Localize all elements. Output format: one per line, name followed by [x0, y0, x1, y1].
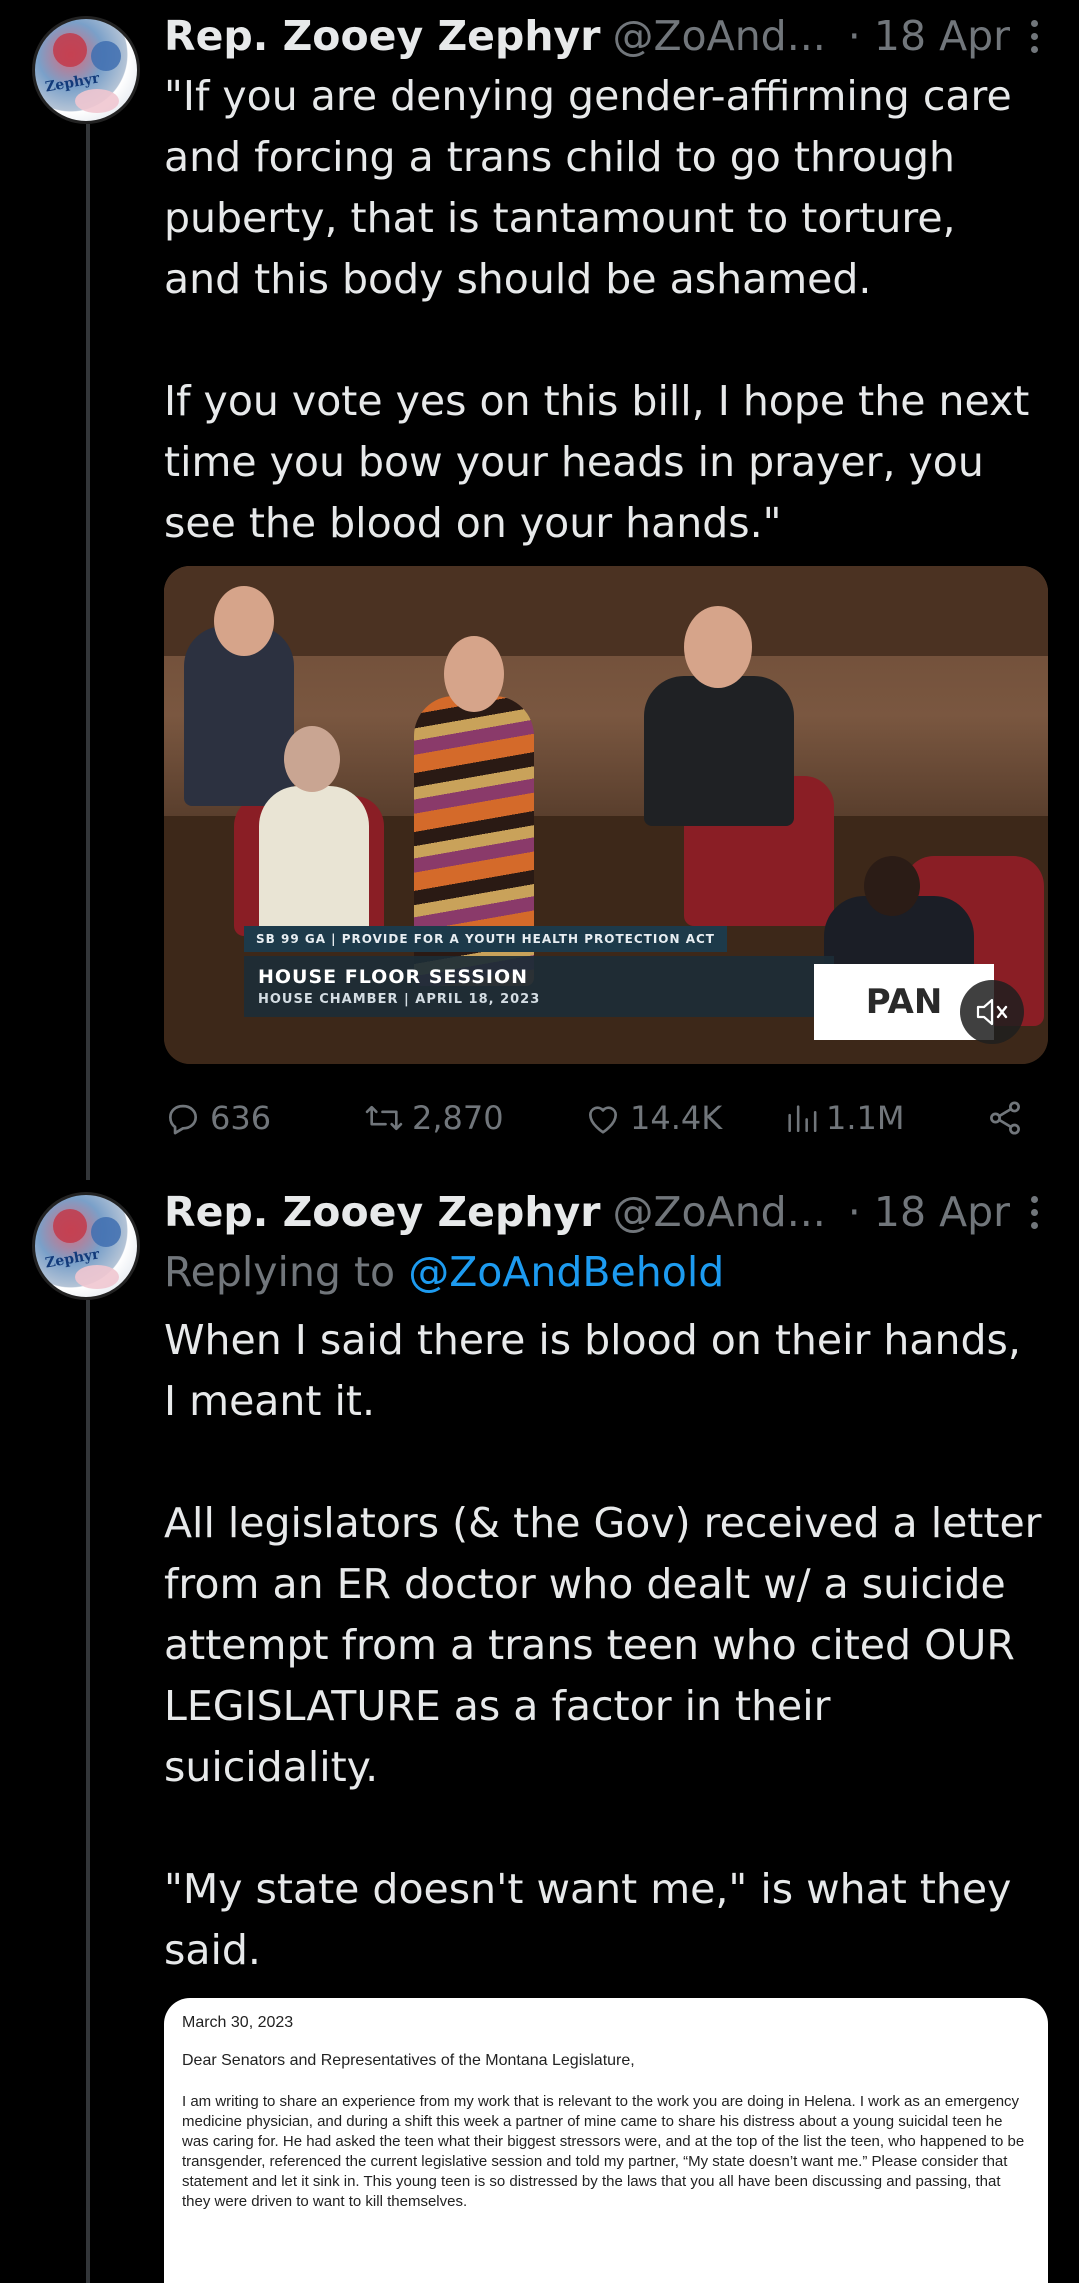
thread-line: [86, 124, 90, 1180]
avatar-art: [53, 1209, 87, 1243]
avatar-art: [75, 89, 119, 113]
avatar-art: [91, 41, 121, 71]
more-vertical-icon[interactable]: [1019, 1195, 1049, 1229]
chyron-bill: SB 99 GA | PROVIDE FOR A YOUTH HEALTH PR…: [244, 926, 727, 952]
tweet-text: When I said there is blood on their hand…: [164, 1316, 1042, 1974]
share-button[interactable]: [986, 1099, 1024, 1137]
scene-person: [644, 676, 794, 826]
like-button[interactable]: 14.4K: [584, 1099, 784, 1137]
chyron-subtitle: HOUSE CHAMBER | APRIL 18, 2023: [258, 992, 541, 1007]
timestamp[interactable]: · 18 Apr: [848, 12, 1010, 60]
timestamp[interactable]: · 18 Apr: [848, 1188, 1010, 1236]
reply-count: 636: [210, 1099, 272, 1137]
tweet-video[interactable]: SB 99 GA | PROVIDE FOR A YOUTH HEALTH PR…: [164, 566, 1048, 1064]
avatar[interactable]: Zephyr: [32, 1192, 140, 1300]
share-icon: [990, 1101, 1020, 1135]
replying-label: Replying to: [164, 1248, 396, 1296]
avatar-art: [75, 1265, 119, 1289]
scene-person: [259, 786, 369, 946]
scene-person: [284, 726, 340, 792]
author-name[interactable]: Rep. Zooey Zephyr: [164, 12, 600, 60]
repost-icon: [365, 1105, 403, 1131]
tweet-actions: 636 2,870 14.4K 1.1M: [164, 1088, 1024, 1148]
replying-mention-link[interactable]: @ZoAndBehold: [408, 1248, 724, 1296]
reply-button[interactable]: 636: [164, 1099, 364, 1137]
avatar-art: [53, 33, 87, 67]
tweet-header: Rep. Zooey Zephyr @ZoAnd... · 18 Apr: [164, 1182, 1049, 1242]
scene-speaker: [444, 636, 504, 712]
letter-body: I am writing to share an experience from…: [182, 2093, 1025, 2210]
logo-text: PAN: [865, 982, 943, 1022]
repost-count: 2,870: [412, 1099, 504, 1137]
letter-salutation: Dear Senators and Representatives of the…: [182, 2052, 635, 2069]
chyron-title: HOUSE FLOOR SESSION: [258, 966, 529, 988]
avatar-art: [91, 1217, 121, 1247]
like-count: 14.4K: [630, 1099, 723, 1137]
author-name[interactable]: Rep. Zooey Zephyr: [164, 1188, 600, 1236]
tweet-header: Rep. Zooey Zephyr @ZoAnd... · 18 Apr: [164, 6, 1049, 66]
reply-icon: [168, 1104, 198, 1135]
author-handle[interactable]: @ZoAnd...: [612, 1188, 825, 1236]
avatar[interactable]: Zephyr: [32, 16, 140, 124]
thread-line: [86, 1300, 90, 2283]
letter-date: March 30, 2023: [182, 2014, 294, 2031]
replying-to: Replying to @ZoAndBehold: [164, 1242, 724, 1303]
scene-person: [214, 586, 274, 656]
scene-person: [864, 856, 920, 916]
more-vertical-icon[interactable]: [1019, 19, 1049, 53]
scene-person: [684, 606, 752, 688]
views-count: 1.1M: [826, 1099, 905, 1137]
tweet-text: "If you are denying gender-affirming car…: [164, 72, 1030, 547]
repost-button[interactable]: 2,870: [364, 1099, 584, 1137]
scene-background: [164, 566, 1048, 656]
views-icon: [788, 1105, 817, 1133]
views-button[interactable]: 1.1M: [784, 1099, 974, 1137]
author-handle[interactable]: @ZoAnd...: [612, 12, 825, 60]
like-icon: [588, 1106, 618, 1134]
tweet-image-letter[interactable]: March 30, 2023 Dear Senators and Represe…: [164, 1998, 1048, 2283]
mute-icon[interactable]: [960, 980, 1024, 1044]
chyron-main: HOUSE FLOOR SESSION HOUSE CHAMBER | APRI…: [244, 956, 834, 1017]
